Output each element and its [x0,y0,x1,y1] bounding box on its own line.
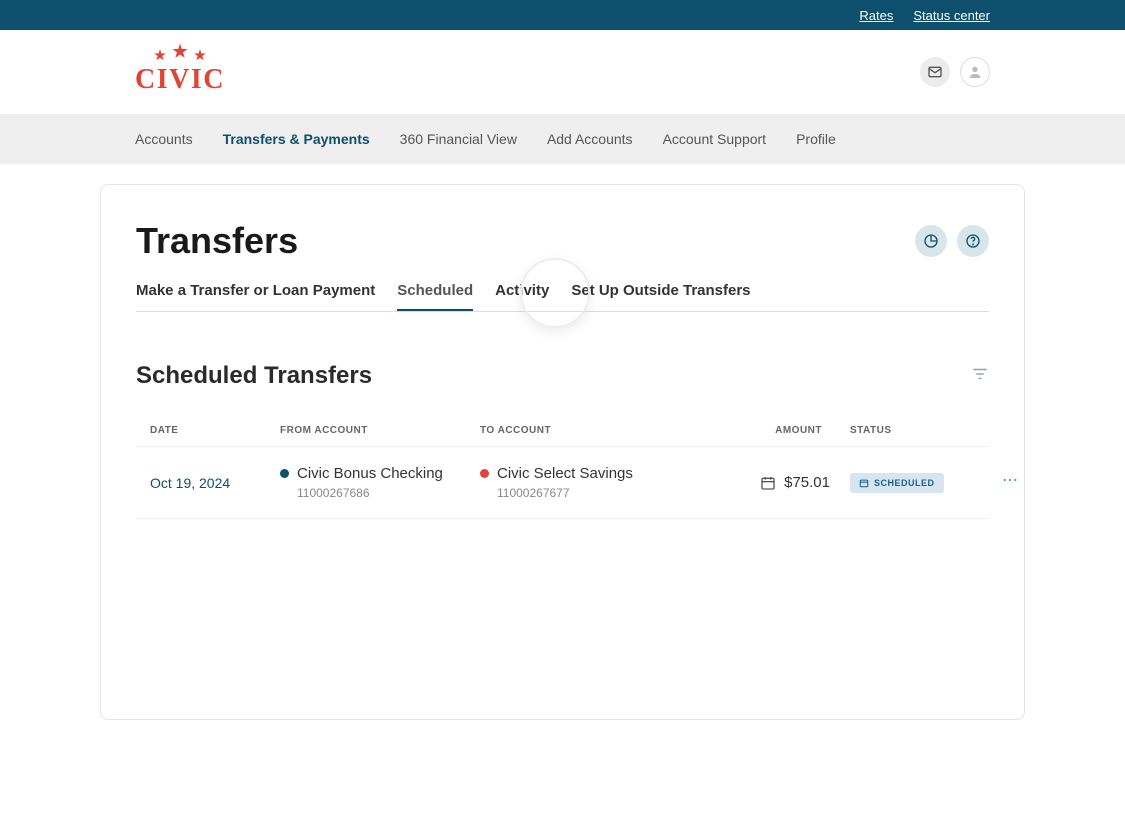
col-date: DATE [150,425,280,436]
mail-icon [927,64,943,80]
col-from: FROM ACCOUNT [280,425,480,436]
nav-profile[interactable]: Profile [796,131,836,147]
cell-from-account: Civic Bonus Checking 11000267686 [280,465,480,500]
mail-button[interactable] [920,57,950,87]
account-color-dot [280,469,289,478]
scheduled-transfers-table: DATE FROM ACCOUNT TO ACCOUNT AMOUNT STAT… [136,415,989,519]
tabs: Make a Transfer or Loan Payment Schedule… [136,282,989,312]
cell-to-account: Civic Select Savings 11000267677 [480,465,700,500]
status-badge: SCHEDULED [850,473,944,493]
content-card: Transfers Make a Transfer or Loan Paymen… [100,184,1025,720]
from-account-number: 11000267686 [297,486,480,500]
recurring-icon [760,475,776,491]
header: CIVIC [0,30,1125,114]
more-icon [1001,471,1019,489]
cell-status: SCHEDULED [850,473,990,493]
chart-icon [923,233,939,249]
col-amount: AMOUNT [700,425,850,436]
nav-transfers-payments[interactable]: Transfers & Payments [223,131,370,147]
status-text: SCHEDULED [874,478,935,488]
row-actions-button[interactable] [990,471,1030,494]
page-title: Transfers [136,220,298,262]
help-button[interactable] [957,225,989,257]
col-status: STATUS [850,425,990,436]
filter-icon [971,365,989,383]
table-header: DATE FROM ACCOUNT TO ACCOUNT AMOUNT STAT… [136,415,989,446]
from-account-name: Civic Bonus Checking [297,465,443,482]
tab-activity[interactable]: Activity [495,282,549,311]
filter-button[interactable] [971,365,989,388]
amount-value: $75.01 [784,474,830,491]
calendar-icon [859,478,869,488]
section-title: Scheduled Transfers [136,362,372,390]
help-icon [965,233,981,249]
nav-financial-view[interactable]: 360 Financial View [400,131,517,147]
tab-outside-transfers[interactable]: Set Up Outside Transfers [571,282,750,311]
widget-button[interactable] [915,225,947,257]
tab-make-transfer[interactable]: Make a Transfer or Loan Payment [136,282,375,311]
star-icon [171,42,189,60]
to-account-number: 11000267677 [497,486,700,500]
rates-link[interactable]: Rates [859,8,893,23]
logo-text: CIVIC [135,64,225,96]
tab-scheduled[interactable]: Scheduled [397,282,473,311]
card-header: Transfers [136,220,989,262]
nav-accounts[interactable]: Accounts [135,131,193,147]
col-actions [990,425,1030,436]
user-icon [967,64,983,80]
header-actions [920,57,990,87]
brand-logo[interactable]: CIVIC [135,48,225,96]
col-to: TO ACCOUNT [480,425,700,436]
star-icon [193,48,207,62]
main-navigation: Accounts Transfers & Payments 360 Financ… [0,114,1125,164]
profile-button[interactable] [960,57,990,87]
account-color-dot [480,469,489,478]
nav-add-accounts[interactable]: Add Accounts [547,131,633,147]
to-account-name: Civic Select Savings [497,465,633,482]
top-utility-bar: Rates Status center [0,0,1125,30]
status-center-link[interactable]: Status center [913,8,990,23]
table-row[interactable]: Oct 19, 2024 Civic Bonus Checking 110002… [136,446,989,519]
nav-account-support[interactable]: Account Support [663,131,767,147]
cell-amount: $75.01 [700,474,850,491]
cell-date: Oct 19, 2024 [150,475,280,491]
star-icon [153,48,167,62]
section-header: Scheduled Transfers [136,362,989,390]
title-actions [915,225,989,257]
